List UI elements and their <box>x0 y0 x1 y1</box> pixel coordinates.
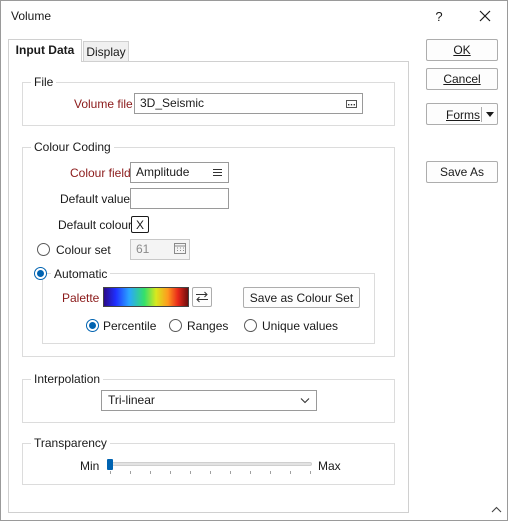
default-value-input[interactable] <box>130 188 229 209</box>
close-button[interactable] <box>465 3 505 29</box>
colour-set-value: 61 <box>136 242 150 256</box>
transparency-slider-thumb[interactable] <box>107 459 113 470</box>
transparency-max-label: Max <box>318 459 341 473</box>
save-as-button[interactable]: Save As <box>426 161 498 183</box>
default-value-label: Default value <box>60 192 131 206</box>
input-data-panel: File Volume file 3D_Seismic Colour Codin… <box>8 61 409 513</box>
ok-button-label: OK <box>453 43 471 57</box>
colour-field-label: Colour field <box>70 166 131 180</box>
colour-field-value: Amplitude <box>136 165 190 179</box>
chevron-up-icon[interactable] <box>491 506 502 513</box>
interpolation-value: Tri-linear <box>108 393 155 407</box>
interpolation-select[interactable]: Tri-linear <box>101 390 317 411</box>
dropdown-arrow-icon[interactable] <box>486 112 494 117</box>
chevron-down-icon <box>300 398 310 404</box>
list-icon[interactable] <box>213 168 222 177</box>
title-bar: Volume ? <box>1 1 507 31</box>
calendar-icon[interactable] <box>174 243 186 254</box>
slider-tick <box>130 471 131 474</box>
volume-file-label: Volume file <box>74 97 133 111</box>
forms-split-divider <box>481 107 482 122</box>
slider-tick <box>250 471 251 474</box>
palette-gradient[interactable] <box>103 287 189 307</box>
default-colour-swatch[interactable]: X <box>131 216 149 233</box>
default-colour-label: Default colour <box>58 218 133 232</box>
volume-file-value: 3D_Seismic <box>140 96 205 110</box>
tab-display-label: Display <box>86 45 126 59</box>
tab-display[interactable]: Display <box>83 41 129 62</box>
unique-values-label: Unique values <box>262 319 339 333</box>
transparency-legend: Transparency <box>31 436 110 450</box>
reverse-palette-button[interactable] <box>192 287 212 307</box>
percentile-label: Percentile <box>103 319 157 333</box>
cancel-button-label: Cancel <box>443 72 481 86</box>
slider-tick <box>290 471 291 474</box>
help-icon: ? <box>435 8 443 24</box>
unique-values-radio[interactable] <box>244 319 257 332</box>
close-icon <box>479 10 491 22</box>
transparency-slider-track[interactable] <box>109 462 312 466</box>
browse-icon[interactable] <box>346 100 357 108</box>
slider-tick <box>310 471 311 474</box>
transparency-min-label: Min <box>80 459 100 473</box>
slider-tick <box>270 471 271 474</box>
help-button[interactable]: ? <box>419 3 459 29</box>
palette-label: Palette <box>62 291 100 305</box>
ranges-radio[interactable] <box>169 319 182 332</box>
colour-coding-group: Colour Coding Colour field Amplitude Def… <box>22 140 395 357</box>
save-as-colour-set-button[interactable]: Save as Colour Set <box>243 287 360 308</box>
default-colour-value: X <box>135 217 144 232</box>
automatic-radio[interactable] <box>34 267 47 280</box>
volume-dialog: Volume ? Input Data Display File Volume … <box>0 0 508 521</box>
percentile-radio[interactable] <box>86 319 99 332</box>
volume-file-input[interactable]: 3D_Seismic <box>134 93 363 114</box>
interpolation-legend: Interpolation <box>31 372 104 386</box>
slider-tick <box>110 471 111 474</box>
interpolation-group: Interpolation Tri-linear <box>22 372 395 423</box>
colour-set-input[interactable]: 61 <box>130 239 190 260</box>
colour-field-input[interactable]: Amplitude <box>130 162 229 183</box>
slider-tick <box>230 471 231 474</box>
slider-tick <box>190 471 191 474</box>
forms-button[interactable]: Forms <box>426 103 498 125</box>
slider-tick <box>170 471 171 474</box>
tab-input-data[interactable]: Input Data <box>8 39 82 62</box>
window-title: Volume <box>11 9 52 23</box>
swap-icon <box>196 291 208 303</box>
ok-button[interactable]: OK <box>426 39 498 61</box>
ranges-label: Ranges <box>187 319 229 333</box>
slider-tick <box>210 471 211 474</box>
save-as-button-label: Save As <box>439 165 485 179</box>
automatic-group: Automatic Palette Save as Colour Set Per… <box>34 267 375 344</box>
colour-coding-legend: Colour Coding <box>31 140 114 154</box>
colour-set-label: Colour set <box>56 243 111 257</box>
automatic-label: Automatic <box>51 267 111 281</box>
tab-input-data-label: Input Data <box>15 43 75 57</box>
file-group: File Volume file 3D_Seismic <box>22 75 395 126</box>
slider-tick <box>150 471 151 474</box>
transparency-group: Transparency Min Max <box>22 436 395 485</box>
colour-set-radio[interactable] <box>37 243 50 256</box>
file-group-legend: File <box>31 75 57 89</box>
forms-button-label: Forms <box>446 108 480 122</box>
cancel-button[interactable]: Cancel <box>426 68 498 90</box>
save-as-colour-set-label: Save as Colour Set <box>249 290 354 305</box>
